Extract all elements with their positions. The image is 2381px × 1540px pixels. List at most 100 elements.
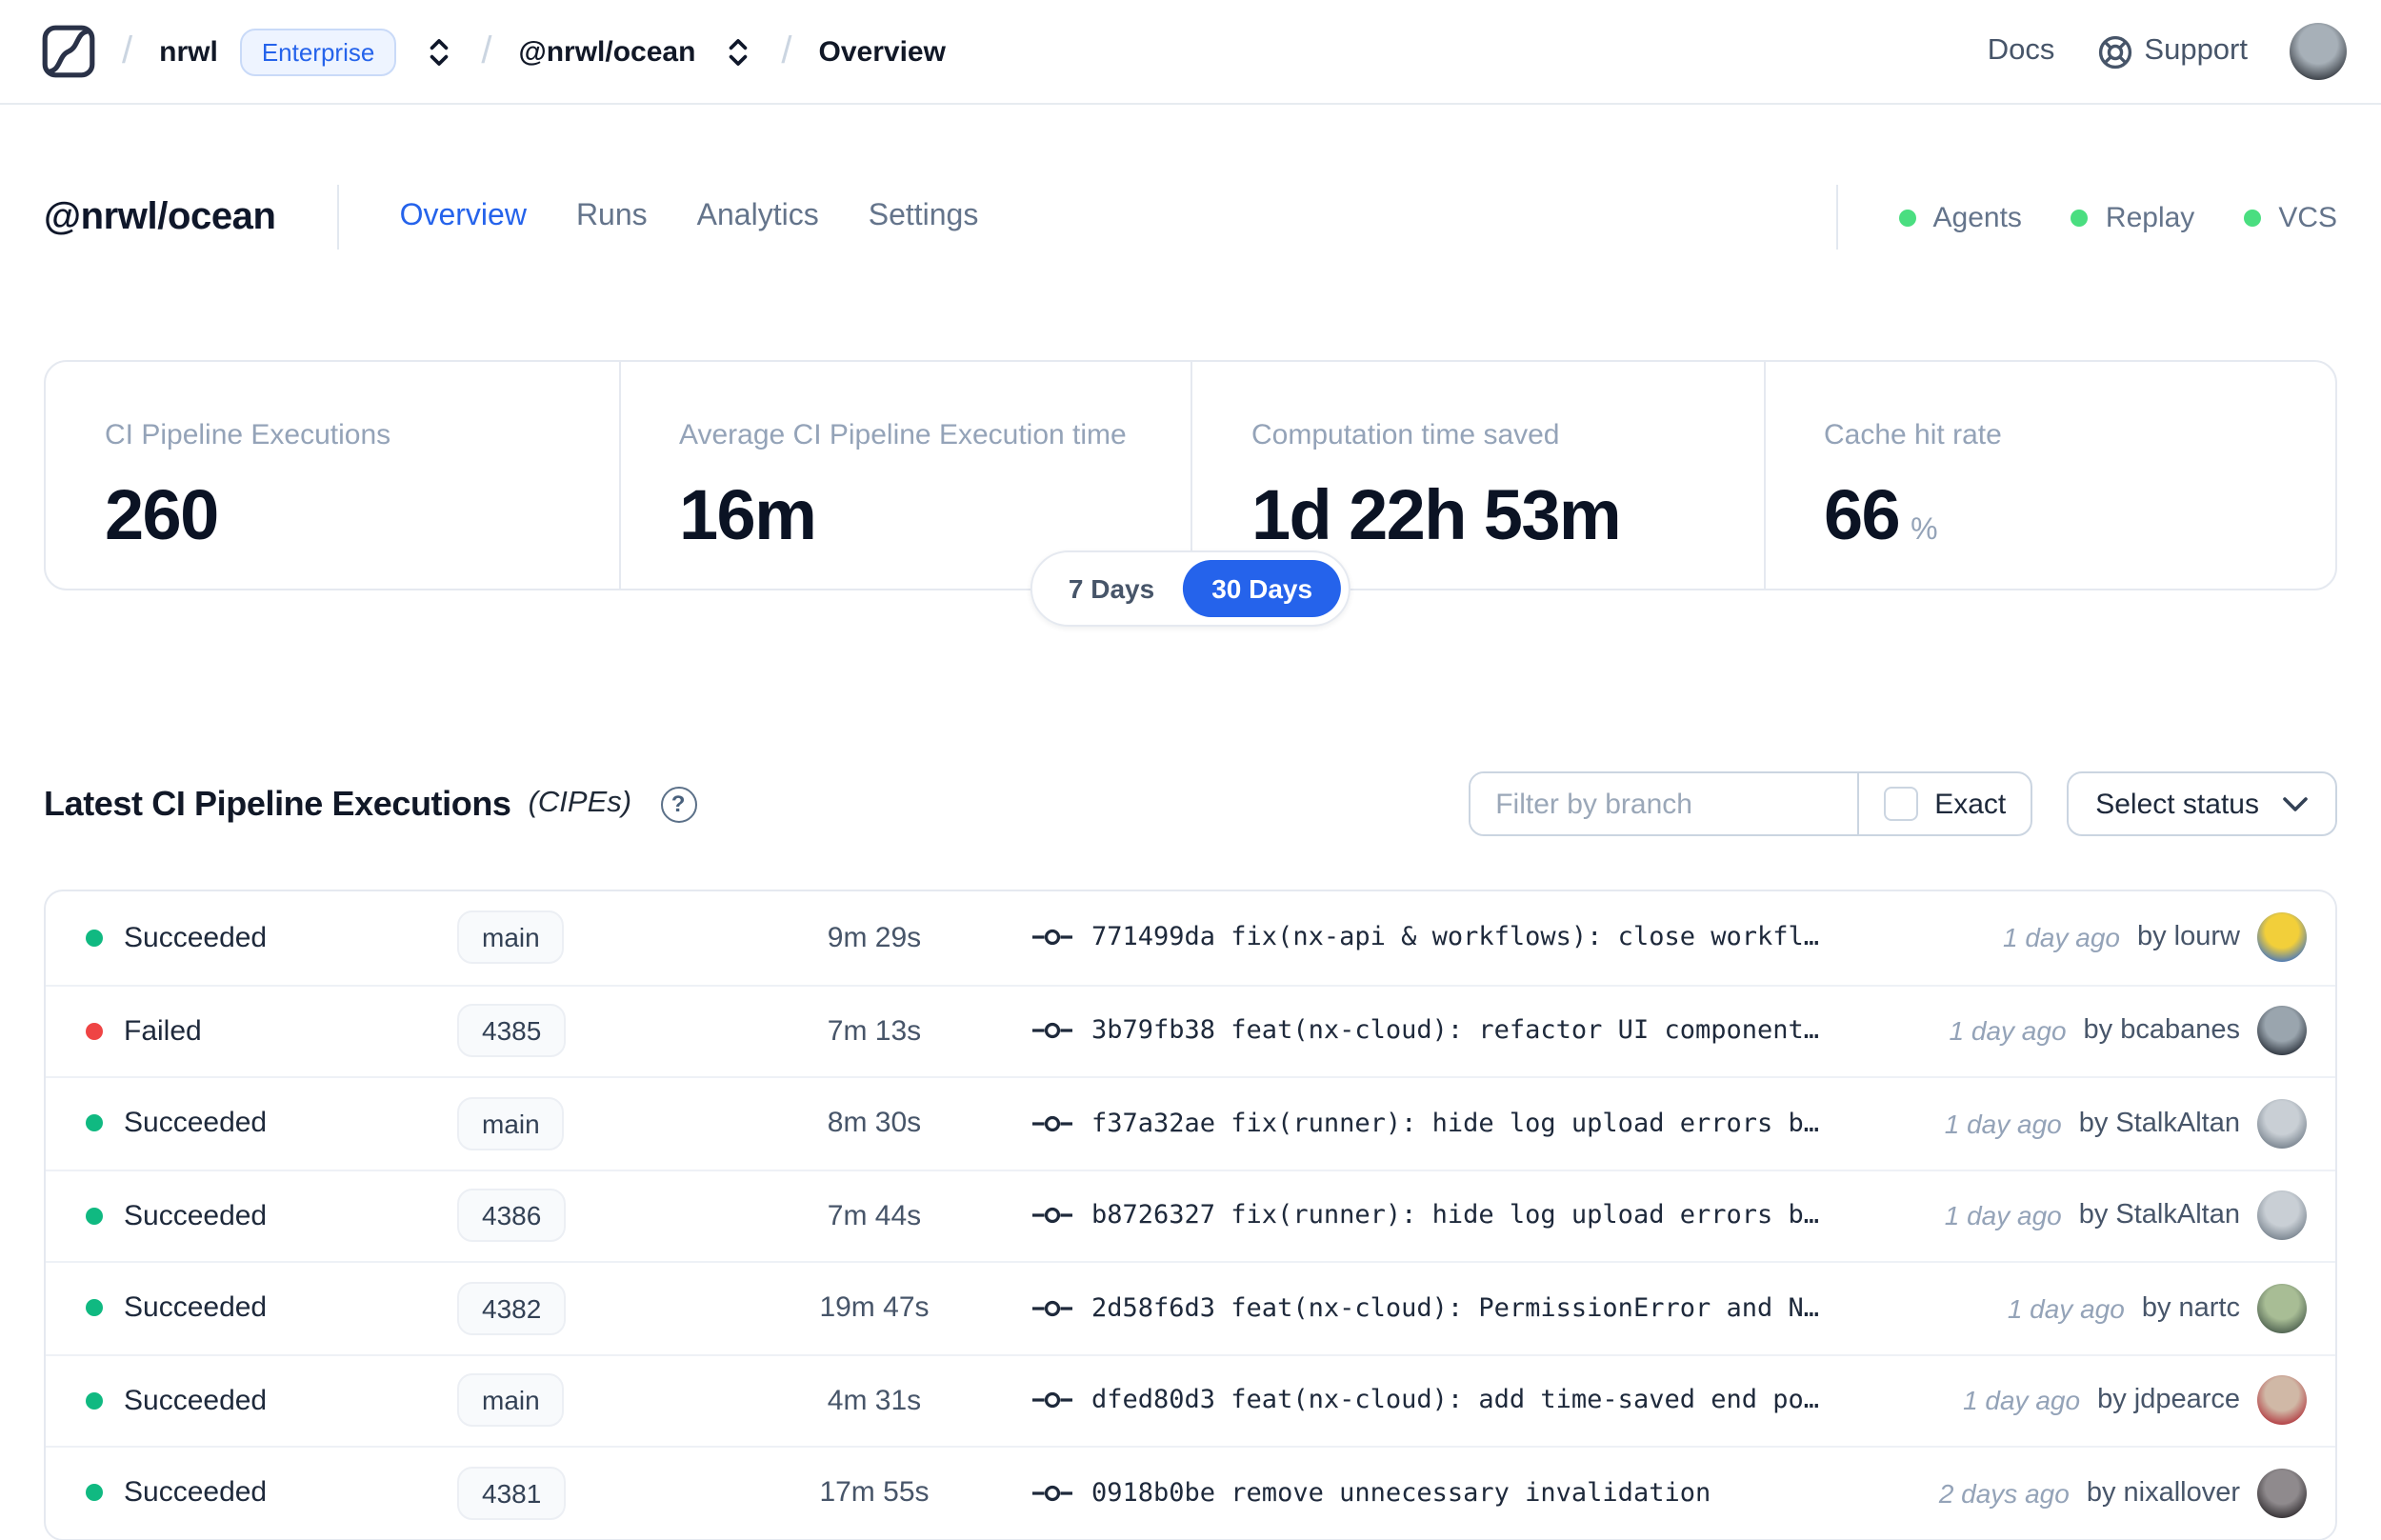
status-dot — [86, 1207, 103, 1225]
avatar[interactable] — [2257, 1283, 2307, 1333]
timestamp: 1 day ago — [1944, 1200, 2062, 1231]
app-root: / nrwl Enterprise / @nrwl/ocean / Overvi… — [0, 0, 2381, 1540]
author: by bcabanes — [2083, 1015, 2240, 1047]
timestamp: 2 days ago — [1938, 1477, 2070, 1509]
duration: 9m 29s — [827, 921, 922, 954]
section-title-suffix: (CIPEs) — [528, 787, 632, 819]
stat-value: 260 — [105, 476, 219, 554]
status-dot — [86, 1484, 103, 1502]
branch-badge[interactable]: 4386 — [457, 1189, 567, 1243]
nx-cloud-logo-icon[interactable] — [42, 25, 95, 78]
timestamp: 1 day ago — [1949, 1015, 2067, 1047]
branch-badge[interactable]: main — [457, 910, 565, 965]
time-range-toggle: 7 Days 30 Days — [1030, 550, 1351, 627]
avatar[interactable] — [2257, 912, 2307, 963]
exact-checkbox[interactable] — [1883, 787, 1918, 821]
table-row[interactable]: Succeeded 4382 19m 47s 2d58f6d3 feat(nx-… — [46, 1261, 2335, 1353]
commit-icon — [1032, 1297, 1072, 1320]
org-switcher-icon[interactable] — [422, 31, 454, 71]
commit-message[interactable]: b8726327 fix(runner): hide log upload er… — [1091, 1201, 1819, 1231]
branch-badge[interactable]: main — [457, 1373, 565, 1428]
duration: 4m 31s — [827, 1384, 922, 1417]
timestamp: 1 day ago — [2007, 1292, 2125, 1324]
branch-badge[interactable]: main — [457, 1096, 565, 1150]
status-label: Succeeded — [124, 1476, 268, 1510]
exact-label: Exact — [1934, 788, 2007, 820]
tab-analytics[interactable]: Analytics — [697, 200, 819, 234]
divider — [1835, 185, 1838, 250]
indicator-vcs[interactable]: VCS — [2244, 201, 2337, 233]
help-icon[interactable]: ? — [660, 786, 697, 822]
table-row[interactable]: Succeeded main 4m 31s dfed80d3 feat(nx-c… — [46, 1353, 2335, 1446]
stat-ci-pipeline-executions: CI Pipeline Executions 260 — [46, 362, 618, 589]
chevron-down-icon — [2282, 795, 2309, 812]
life-buoy-icon — [2096, 33, 2132, 70]
top-nav: / nrwl Enterprise / @nrwl/ocean / Overvi… — [0, 0, 2381, 105]
breadcrumb-org[interactable]: nrwl — [159, 35, 218, 68]
commit-message[interactable]: 0918b0be remove unnecessary invalidation — [1091, 1478, 1711, 1509]
branch-filter-input[interactable] — [1471, 773, 1857, 834]
duration: 17m 55s — [819, 1476, 930, 1510]
stat-label: Average CI Pipeline Execution time — [679, 419, 1127, 451]
divider — [336, 185, 339, 250]
workspace-tabs: Overview Runs Analytics Settings — [400, 200, 979, 234]
avatar[interactable] — [2257, 1190, 2307, 1241]
stat-value: 1d 22h 53m — [1251, 476, 1622, 554]
toggle-30-days[interactable]: 30 Days — [1183, 560, 1342, 617]
table-row[interactable]: Succeeded 4386 7m 44s b8726327 fix(runne… — [46, 1169, 2335, 1261]
workspace-switcher-icon[interactable] — [722, 31, 754, 71]
support-label: Support — [2144, 34, 2248, 67]
status-dot — [2071, 209, 2089, 226]
commit-icon — [1032, 1390, 1072, 1412]
duration: 19m 47s — [819, 1291, 930, 1325]
branch-badge[interactable]: 4382 — [457, 1281, 567, 1335]
table-row[interactable]: Succeeded main 8m 30s f37a32ae fix(runne… — [46, 1076, 2335, 1169]
support-link[interactable]: Support — [2096, 33, 2248, 70]
commit-message[interactable]: f37a32ae fix(runner): hide log upload er… — [1091, 1109, 1819, 1139]
breadcrumb-page: Overview — [818, 35, 946, 68]
status-label: Succeeded — [124, 1107, 268, 1140]
duration: 7m 13s — [827, 1014, 922, 1048]
timestamp: 1 day ago — [2003, 922, 2120, 953]
toggle-7-days[interactable]: 7 Days — [1040, 560, 1183, 617]
status-label: Succeeded — [124, 1199, 268, 1232]
page-title: @nrwl/ocean — [44, 195, 276, 237]
status-label: Succeeded — [124, 1291, 268, 1325]
avatar[interactable] — [2257, 1006, 2307, 1056]
tab-runs[interactable]: Runs — [576, 200, 648, 234]
tab-settings[interactable]: Settings — [869, 200, 979, 234]
author: by lourw — [2137, 922, 2240, 953]
stat-label: Computation time saved — [1251, 419, 1560, 451]
breadcrumb-workspace[interactable]: @nrwl/ocean — [518, 35, 695, 68]
timestamp: 1 day ago — [1963, 1385, 2081, 1416]
table-row[interactable]: Succeeded 4381 17m 55s 0918b0be remove u… — [46, 1446, 2335, 1538]
avatar[interactable] — [2257, 1098, 2307, 1149]
commit-message[interactable]: 771499da fix(nx-api & workflows): close … — [1091, 923, 1819, 953]
cipe-table: Succeeded main 9m 29s 771499da fix(nx-ap… — [44, 890, 2337, 1540]
indicator-replay[interactable]: Replay — [2071, 201, 2194, 233]
docs-link[interactable]: Docs — [1988, 34, 2055, 69]
feature-indicators: Agents Replay VCS — [1898, 201, 2337, 233]
commit-message[interactable]: 2d58f6d3 feat(nx-cloud): PermissionError… — [1091, 1293, 1819, 1324]
author: by StalkAltan — [2078, 1108, 2240, 1139]
timestamp: 1 day ago — [1944, 1108, 2062, 1139]
indicator-label: Agents — [1932, 201, 2022, 233]
branch-badge[interactable]: 4381 — [457, 1466, 567, 1520]
user-avatar[interactable] — [2290, 23, 2347, 80]
author: by jdpearce — [2097, 1385, 2240, 1416]
table-row[interactable]: Failed 4385 7m 13s 3b79fb38 feat(nx-clou… — [46, 984, 2335, 1076]
avatar[interactable] — [2257, 1375, 2307, 1426]
select-status-dropdown[interactable]: Select status — [2067, 771, 2337, 836]
workspace-header: @nrwl/ocean Overview Runs Analytics Setting… — [44, 185, 2337, 250]
indicator-agents[interactable]: Agents — [1898, 201, 2022, 233]
branch-badge[interactable]: 4385 — [457, 1004, 567, 1058]
table-row[interactable]: Succeeded main 9m 29s 771499da fix(nx-ap… — [46, 891, 2335, 984]
commit-message[interactable]: 3b79fb38 feat(nx-cloud): refactor UI com… — [1091, 1016, 1819, 1047]
duration: 8m 30s — [827, 1107, 922, 1140]
commit-message[interactable]: dfed80d3 feat(nx-cloud): add time-saved … — [1091, 1386, 1819, 1416]
tab-overview[interactable]: Overview — [400, 200, 527, 234]
commit-icon — [1032, 1112, 1072, 1135]
breadcrumb-separator: / — [481, 30, 492, 71]
status-dot — [2244, 209, 2262, 226]
avatar[interactable] — [2257, 1468, 2307, 1518]
